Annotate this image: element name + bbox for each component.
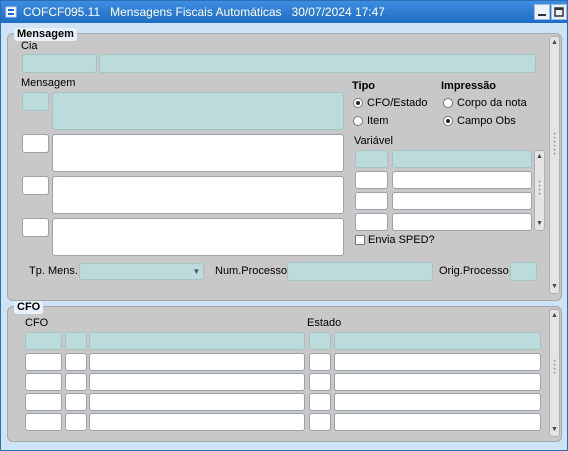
scroll-down-icon[interactable]: ▼: [535, 219, 544, 229]
orig-processo-field[interactable]: [510, 262, 537, 281]
orig-processo-label: Orig.Processo: [439, 265, 509, 277]
app-window: COFCF095.11 Mensagens Fiscais Automática…: [0, 0, 568, 451]
tp-mens-select[interactable]: ▼: [79, 263, 204, 280]
num-processo-field[interactable]: [287, 262, 433, 281]
mensagem-text-field[interactable]: [52, 176, 344, 214]
scroll-down-icon[interactable]: ▼: [550, 425, 559, 435]
variavel-scrollbar[interactable]: ▲ • • • • ▼: [534, 150, 545, 231]
minimize-icon: [538, 14, 546, 16]
mensagem-panel-scrollbar[interactable]: ▲ • • • • • • ▼: [549, 36, 560, 294]
cfo-panel: CFO CFO Estado ▲ • • • • ▼: [7, 301, 562, 442]
maximize-button[interactable]: [551, 4, 567, 20]
variavel-code-field[interactable]: [355, 192, 388, 210]
variavel-desc-field[interactable]: [392, 150, 532, 168]
variavel-desc-field[interactable]: [392, 213, 532, 231]
mensagem-text-field[interactable]: [52, 218, 344, 256]
cfo-code-field[interactable]: [25, 393, 62, 411]
scroll-up-icon[interactable]: ▲: [550, 311, 559, 321]
cfo-label: CFO: [25, 317, 49, 329]
variavel-code-field[interactable]: [355, 171, 388, 189]
mensagem-text-field[interactable]: [52, 134, 344, 172]
cfo-desc-field[interactable]: [89, 332, 305, 350]
cfo-code-field[interactable]: [25, 413, 62, 431]
scroll-grip-icon: • • • •: [553, 359, 556, 377]
minimize-button[interactable]: [534, 4, 550, 20]
tipo-item-radio[interactable]: [353, 116, 363, 126]
cfo-sub-field[interactable]: [65, 413, 87, 431]
variavel-desc-field[interactable]: [392, 192, 532, 210]
cfo-desc-field[interactable]: [89, 353, 305, 371]
tipo-cfo-estado-radio[interactable]: [353, 98, 363, 108]
cfo-desc-field[interactable]: [89, 413, 305, 431]
client-area: Mensagem Cia Mensagem Tipo CFO/Estado It…: [5, 27, 563, 446]
mensagem-panel: Mensagem Cia Mensagem Tipo CFO/Estado It…: [7, 28, 562, 301]
cfo-sub-field[interactable]: [65, 393, 87, 411]
estado-code-field[interactable]: [309, 353, 331, 371]
estado-code-field[interactable]: [309, 393, 331, 411]
cfo-sub-field[interactable]: [65, 353, 87, 371]
cfo-panel-scrollbar[interactable]: ▲ • • • • ▼: [549, 309, 560, 437]
impressao-corpo-nota-label[interactable]: Corpo da nota: [457, 97, 527, 109]
estado-desc-field[interactable]: [334, 353, 541, 371]
title-bar[interactable]: COFCF095.11 Mensagens Fiscais Automática…: [1, 1, 567, 23]
mensagem-seq-field[interactable]: [22, 176, 49, 195]
impressao-label: Impressão: [441, 80, 497, 92]
scroll-grip-icon: • • • •: [538, 180, 541, 198]
impressao-corpo-nota-radio[interactable]: [443, 98, 453, 108]
estado-code-field[interactable]: [309, 332, 331, 350]
scroll-up-icon[interactable]: ▲: [550, 38, 559, 48]
variavel-code-field[interactable]: [355, 213, 388, 231]
tipo-cfo-estado-label[interactable]: CFO/Estado: [367, 97, 428, 109]
cfo-code-field[interactable]: [25, 353, 62, 371]
num-processo-label: Num.Processo: [215, 265, 288, 277]
estado-desc-field[interactable]: [334, 373, 541, 391]
tipo-label: Tipo: [352, 80, 376, 92]
cfo-desc-field[interactable]: [89, 373, 305, 391]
estado-label: Estado: [307, 317, 342, 329]
chevron-down-icon[interactable]: ▼: [190, 264, 203, 279]
form-icon: [5, 6, 17, 18]
variavel-label: Variável: [354, 135, 393, 147]
cia-label: Cia: [21, 40, 38, 52]
scroll-grip-icon: • • • • • •: [553, 132, 556, 158]
cfo-sub-field[interactable]: [65, 332, 87, 350]
estado-code-field[interactable]: [309, 413, 331, 431]
scroll-down-icon[interactable]: ▼: [550, 282, 559, 292]
mensagem-seq-field[interactable]: [22, 134, 49, 153]
mensagem-seq-field[interactable]: [22, 92, 49, 111]
variavel-desc-field[interactable]: [392, 171, 532, 189]
variavel-code-field[interactable]: [355, 150, 388, 168]
cfo-code-field[interactable]: [25, 373, 62, 391]
maximize-icon: [554, 7, 564, 17]
impressao-campo-obs-label[interactable]: Campo Obs: [457, 115, 516, 127]
estado-desc-field[interactable]: [334, 332, 541, 350]
cfo-sub-field[interactable]: [65, 373, 87, 391]
estado-desc-field[interactable]: [334, 393, 541, 411]
window-title: COFCF095.11 Mensagens Fiscais Automática…: [23, 5, 385, 19]
tp-mens-label: Tp. Mens.: [29, 265, 78, 277]
estado-desc-field[interactable]: [334, 413, 541, 431]
cfo-code-field[interactable]: [25, 332, 62, 350]
cia-code-field[interactable]: [22, 54, 97, 73]
impressao-campo-obs-radio[interactable]: [443, 116, 453, 126]
envia-sped-checkbox[interactable]: [355, 235, 365, 245]
cfo-panel-title: CFO: [14, 301, 44, 314]
tipo-item-label[interactable]: Item: [367, 115, 388, 127]
mensagem-seq-field[interactable]: [22, 218, 49, 237]
envia-sped-label[interactable]: Envia SPED?: [368, 234, 435, 246]
estado-code-field[interactable]: [309, 373, 331, 391]
mensagem-text-field[interactable]: [52, 92, 344, 130]
cfo-desc-field[interactable]: [89, 393, 305, 411]
mensagem-label: Mensagem: [21, 77, 76, 89]
cia-name-field[interactable]: [99, 54, 536, 73]
scroll-up-icon[interactable]: ▲: [535, 152, 544, 162]
